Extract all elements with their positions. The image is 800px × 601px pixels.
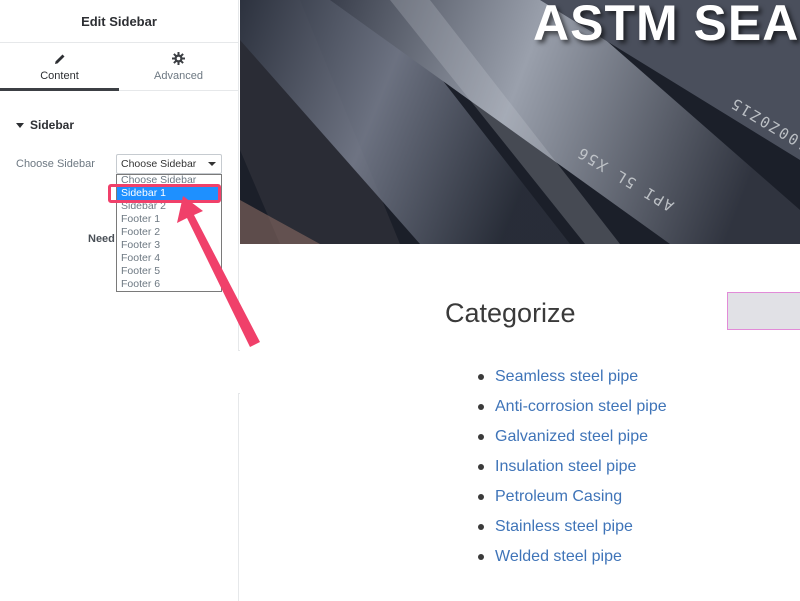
bullet-icon (478, 554, 484, 560)
category-link[interactable]: Petroleum Casing (495, 488, 622, 506)
gear-icon (172, 51, 185, 66)
select-value: Choose Sidebar (121, 158, 197, 170)
bullet-icon (478, 434, 484, 440)
section-title: Sidebar (30, 118, 75, 132)
dropdown-option[interactable]: Footer 3 (117, 239, 221, 252)
list-item: Seamless steel pipe (478, 362, 667, 392)
category-link[interactable]: Anti-corrosion steel pipe (495, 398, 667, 416)
list-item: Petroleum Casing (478, 482, 667, 512)
list-item: Insulation steel pipe (478, 452, 667, 482)
dropdown-option[interactable]: Footer 1 (117, 213, 221, 226)
panel-title: Edit Sidebar (81, 13, 157, 29)
list-item: Welded steel pipe (478, 542, 667, 572)
category-link[interactable]: Galvanized steel pipe (495, 428, 648, 446)
list-item: Galvanized steel pipe (478, 422, 667, 452)
bullet-icon (478, 374, 484, 380)
dropdown-option[interactable]: Footer 2 (117, 226, 221, 239)
tab-advanced[interactable]: Advanced (119, 43, 238, 90)
list-item: Stainless steel pipe (478, 512, 667, 542)
tab-content-label: Content (40, 69, 79, 82)
dropdown-option[interactable]: Footer 6 (117, 278, 221, 291)
category-link[interactable]: Insulation steel pipe (495, 458, 636, 476)
category-link[interactable]: Seamless steel pipe (495, 368, 638, 386)
preview-content: Categorize Seamless steel pipe Anti-corr… (240, 244, 800, 601)
panel-tabs: Content Advanced (0, 43, 238, 91)
caret-down-icon (16, 122, 24, 128)
chevron-down-icon (208, 162, 216, 166)
categorize-heading: Categorize (445, 298, 576, 328)
category-list: Seamless steel pipe Anti-corrosion steel… (478, 362, 667, 572)
bullet-icon (478, 464, 484, 470)
editor-panel: Edit Sidebar Content Advanced Sidebar Ch… (0, 0, 239, 601)
hero-title: ASTM SEA (533, 0, 800, 51)
highlight-box (108, 184, 221, 203)
tab-content[interactable]: Content (0, 43, 119, 91)
choose-sidebar-label: Choose Sidebar (16, 158, 95, 170)
bullet-icon (478, 494, 484, 500)
choose-sidebar-select[interactable]: Choose Sidebar (116, 154, 222, 174)
panel-header: Edit Sidebar (0, 0, 238, 43)
sidebar-widget-placeholder[interactable] (727, 292, 800, 330)
bullet-icon (478, 404, 484, 410)
dropdown-option[interactable]: Footer 5 (117, 265, 221, 278)
need-help-text: Need H (88, 233, 116, 245)
category-link[interactable]: Welded steel pipe (495, 548, 622, 566)
list-item: Anti-corrosion steel pipe (478, 392, 667, 422)
hero-banner: 100Z0Z15 API 5L X56 ASTM SEA (240, 0, 800, 244)
sidebar-section-toggle[interactable]: Sidebar (16, 118, 74, 132)
bullet-icon (478, 524, 484, 530)
tab-advanced-label: Advanced (154, 69, 203, 82)
category-link[interactable]: Stainless steel pipe (495, 518, 633, 536)
pencil-icon (54, 52, 66, 66)
dropdown-option[interactable]: Footer 4 (117, 252, 221, 265)
